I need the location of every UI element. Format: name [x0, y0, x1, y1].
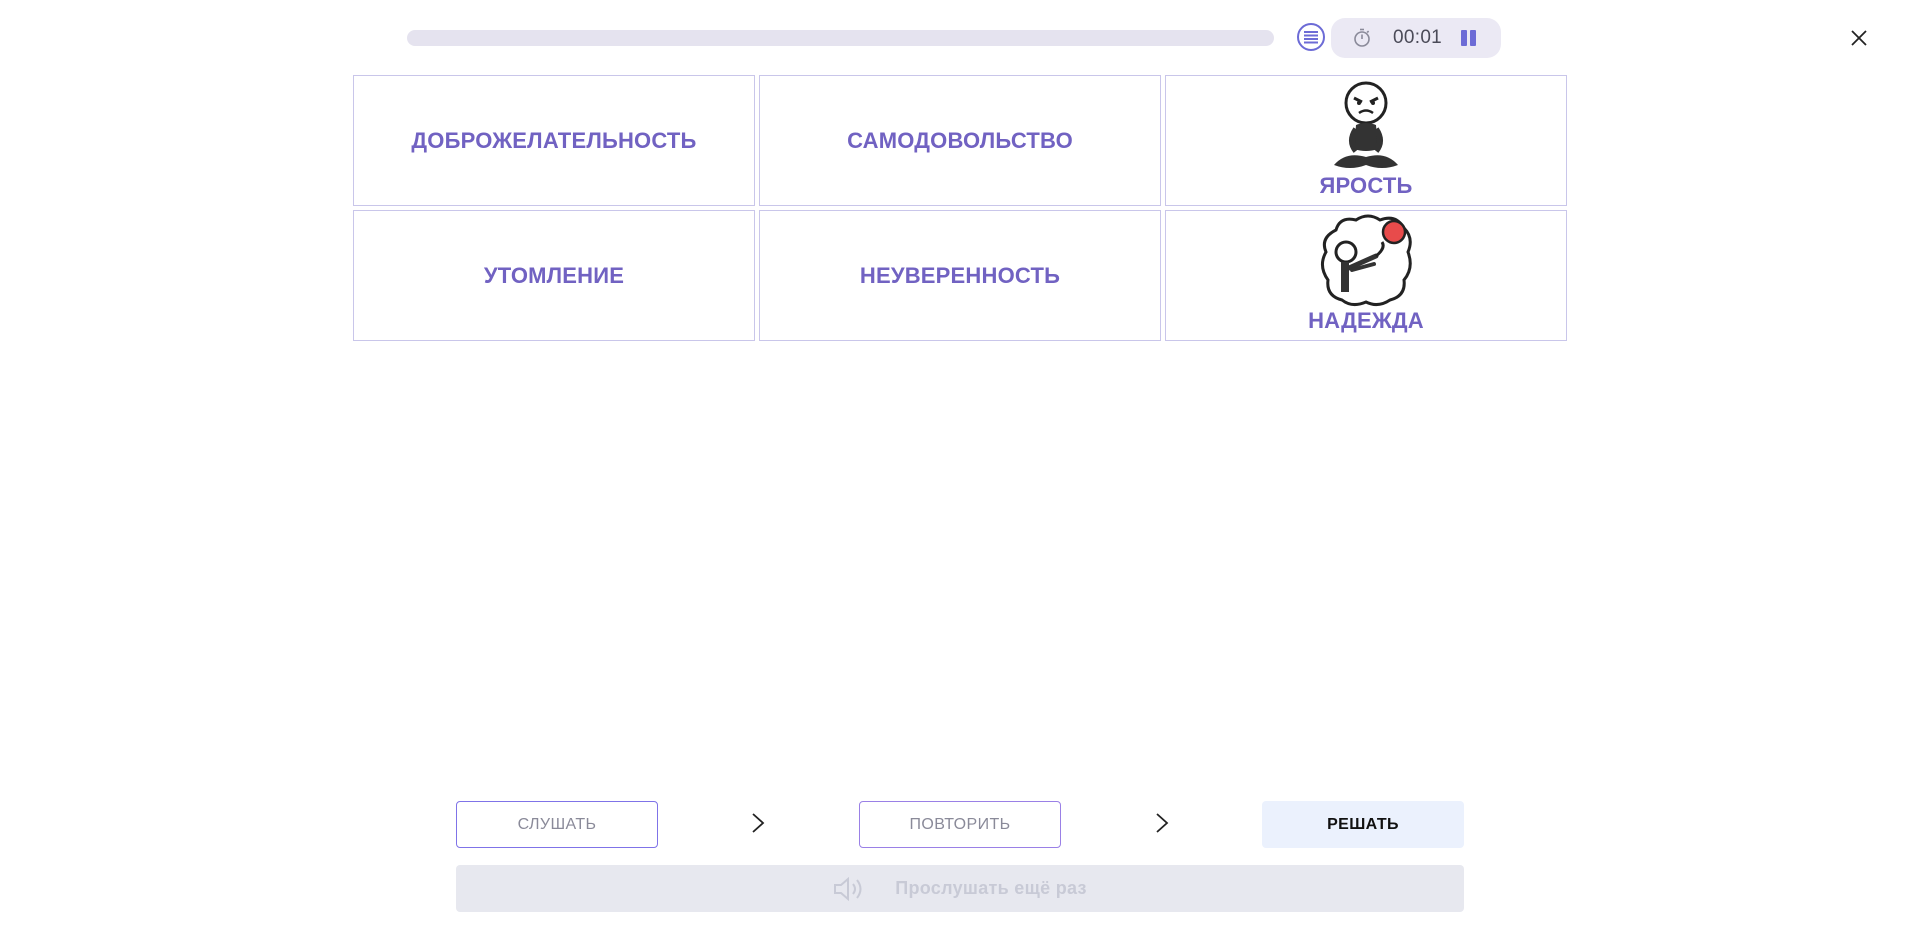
card-1[interactable]: ДОБРОЖЕЛАТЕЛЬНОСТЬ [353, 75, 755, 206]
card-5[interactable]: НЕУВЕРЕННОСТЬ [759, 210, 1161, 341]
card-2[interactable]: САМОДОВОЛЬСТВО [759, 75, 1161, 206]
timer-panel: 00:01 [1331, 18, 1501, 58]
replay-button[interactable]: Прослушать ещё раз [456, 865, 1464, 912]
answer-grid: ДОБРОЖЕЛАТЕЛЬНОСТЬ САМОДОВОЛЬСТВО ЯРОСТЬ… [353, 75, 1567, 342]
card-label: ЯРОСТЬ [1319, 173, 1413, 198]
pause-icon [1461, 30, 1467, 46]
speaker-icon [833, 876, 865, 901]
card-label: НЕУВЕРЕННОСТЬ [859, 262, 1061, 288]
card-label: УТОМЛЕНИЕ [483, 262, 625, 288]
chevron-right-icon [752, 813, 765, 833]
card-4[interactable]: УТОМЛЕНИЕ [353, 210, 755, 341]
card-label: САМОДОВОЛЬСТВО [847, 127, 1073, 153]
card-label: ДОБРОЖЕЛАТЕЛЬНОСТЬ [411, 127, 697, 153]
repeat-button[interactable]: ПОВТОРИТЬ [859, 801, 1061, 848]
progress-bar [407, 30, 1274, 46]
angry-meditating-figure-icon [1334, 81, 1398, 168]
timer-value: 00:01 [1393, 27, 1443, 48]
list-button[interactable] [1297, 23, 1325, 51]
card-3[interactable]: ЯРОСТЬ [1165, 75, 1567, 206]
pause-button[interactable] [1455, 28, 1479, 48]
chevron-right-icon [1156, 813, 1169, 833]
reaching-for-red-ball-figure-icon [1321, 214, 1412, 307]
list-icon [1304, 31, 1318, 44]
card-label: НАДЕЖДА [1308, 308, 1424, 333]
card-6[interactable]: НАДЕЖДА [1165, 210, 1567, 341]
close-icon [1851, 30, 1867, 46]
close-button[interactable] [1845, 24, 1873, 52]
solve-button[interactable]: РЕШАТЬ [1262, 801, 1464, 848]
stopwatch-icon [1354, 28, 1370, 47]
replay-label: Прослушать ещё раз [895, 878, 1087, 898]
listen-button[interactable]: СЛУШАТЬ [456, 801, 658, 848]
